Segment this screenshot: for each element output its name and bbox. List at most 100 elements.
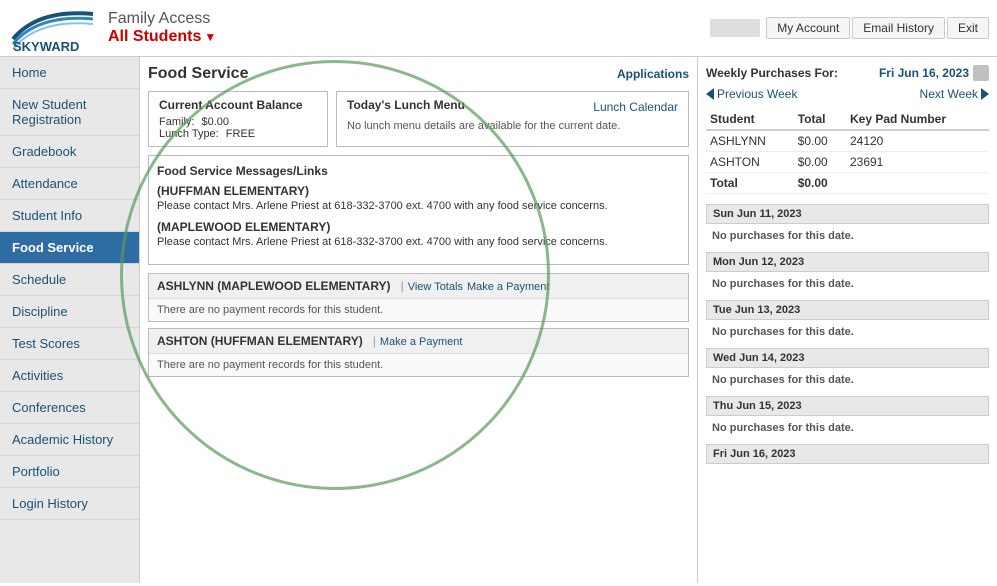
- date-sections: Sun Jun 11, 2023No purchases for this da…: [706, 204, 989, 464]
- date-header: Sun Jun 11, 2023: [706, 204, 989, 224]
- app-title-area: Family Access All Students ▼: [108, 10, 216, 46]
- student-name: ASHTON (HUFFMAN ELEMENTARY): [157, 334, 363, 348]
- date-section: Tue Jun 13, 2023No purchases for this da…: [706, 300, 989, 342]
- header-nav: My Account Email History Exit: [710, 17, 989, 39]
- student-section: ASHLYNN (MAPLEWOOD ELEMENTARY) | View Tota…: [148, 273, 689, 322]
- my-account-button[interactable]: My Account: [766, 17, 850, 39]
- date-section: Fri Jun 16, 2023: [706, 444, 989, 464]
- date-content: No purchases for this date.: [706, 274, 989, 294]
- no-records-message: There are no payment records for this st…: [149, 354, 688, 376]
- next-week-button[interactable]: Next Week: [920, 87, 989, 101]
- student-section: ASHTON (HUFFMAN ELEMENTARY) |Make a Payme…: [148, 328, 689, 377]
- total-row: Total$0.00: [706, 173, 989, 194]
- svg-text:SKYWARD: SKYWARD: [13, 39, 79, 52]
- cell-keypad: 24120: [846, 130, 989, 152]
- sidebar-item-conferences[interactable]: Conferences: [0, 392, 139, 424]
- lunch-calendar-link[interactable]: Lunch Calendar: [593, 100, 678, 114]
- student-name: ASHLYNN (MAPLEWOOD ELEMENTARY): [157, 279, 391, 293]
- sidebar-item-discipline[interactable]: Discipline: [0, 296, 139, 328]
- cell-total: $0.00: [794, 152, 846, 173]
- calendar-icon[interactable]: [973, 65, 989, 81]
- sidebar-item-new-student-registration[interactable]: New Student Registration: [0, 89, 139, 136]
- sidebar: HomeNew Student RegistrationGradebookAtt…: [0, 57, 140, 583]
- date-header: Thu Jun 15, 2023: [706, 396, 989, 416]
- sidebar-item-activities[interactable]: Activities: [0, 360, 139, 392]
- right-panel: Weekly Purchases For: Fri Jun 16, 2023 P…: [697, 57, 997, 583]
- table-row: ASHLYNN$0.0024120: [706, 130, 989, 152]
- arrow-right-icon: [981, 88, 989, 100]
- arrow-left-icon: [706, 88, 714, 100]
- school-message: Please contact Mrs. Arlene Priest at 618…: [157, 236, 680, 248]
- total-value: $0.00: [794, 173, 846, 194]
- sidebar-item-portfolio[interactable]: Portfolio: [0, 456, 139, 488]
- no-records-message: There are no payment records for this st…: [149, 299, 688, 321]
- sidebar-item-schedule[interactable]: Schedule: [0, 264, 139, 296]
- applications-link[interactable]: Applications: [617, 67, 689, 81]
- date-content: No purchases for this date.: [706, 226, 989, 246]
- col-student: Student: [706, 109, 794, 130]
- make-a-payment-link[interactable]: Make a Payment: [467, 281, 550, 293]
- header: SKYWARD Family Access All Students ▼ My …: [0, 0, 997, 57]
- lunch-menu-title: Today's Lunch Menu: [347, 98, 465, 112]
- school-message: Please contact Mrs. Arlene Priest at 618…: [157, 200, 680, 212]
- sidebar-item-home[interactable]: Home: [0, 57, 139, 89]
- cell-keypad: 23691: [846, 152, 989, 173]
- skyward-logo: SKYWARD: [8, 4, 98, 52]
- food-service-title: Food Service: [148, 65, 248, 83]
- email-history-button[interactable]: Email History: [852, 17, 945, 39]
- date-section: Thu Jun 15, 2023No purchases for this da…: [706, 396, 989, 438]
- weekly-date: Fri Jun 16, 2023: [879, 65, 989, 81]
- total-label: Total: [706, 173, 794, 194]
- student-links: |Make a Payment: [371, 334, 465, 348]
- lunch-menu-box: Today's Lunch Menu Lunch Calendar No lun…: [336, 91, 689, 147]
- family-balance-row: Family: $0.00: [159, 116, 317, 128]
- purchases-table: Student Total Key Pad Number ASHLYNN$0.0…: [706, 109, 989, 194]
- date-header: Fri Jun 16, 2023: [706, 444, 989, 464]
- sidebar-item-gradebook[interactable]: Gradebook: [0, 136, 139, 168]
- sidebar-item-student-info[interactable]: Student Info: [0, 200, 139, 232]
- student-header: ASHLYNN (MAPLEWOOD ELEMENTARY) | View Tota…: [149, 274, 688, 299]
- student-header: ASHTON (HUFFMAN ELEMENTARY) |Make a Payme…: [149, 329, 688, 354]
- students-list: ASHLYNN (MAPLEWOOD ELEMENTARY) | View Tota…: [148, 273, 689, 377]
- sidebar-item-food-service[interactable]: Food Service: [0, 232, 139, 264]
- view-totals-link[interactable]: View Totals: [408, 281, 463, 293]
- exit-button[interactable]: Exit: [947, 17, 989, 39]
- current-balance-box: Current Account Balance Family: $0.00 Lu…: [148, 91, 328, 147]
- sidebar-item-attendance[interactable]: Attendance: [0, 168, 139, 200]
- total-empty: [846, 173, 989, 194]
- sidebar-item-academic-history[interactable]: Academic History: [0, 424, 139, 456]
- weekly-purchases-title: Weekly Purchases For:: [706, 66, 838, 80]
- current-balance-title: Current Account Balance: [159, 98, 317, 112]
- chevron-down-icon: ▼: [204, 30, 216, 44]
- student-links: | View Totals Make a Payment: [399, 279, 552, 293]
- date-section: Mon Jun 12, 2023No purchases for this da…: [706, 252, 989, 294]
- date-header: Tue Jun 13, 2023: [706, 300, 989, 320]
- date-header: Wed Jun 14, 2023: [706, 348, 989, 368]
- previous-week-button[interactable]: Previous Week: [706, 87, 797, 101]
- sidebar-item-login-history[interactable]: Login History: [0, 488, 139, 520]
- page-title-area: Food Service Applications: [148, 65, 689, 83]
- weekly-purchases-header: Weekly Purchases For: Fri Jun 16, 2023: [706, 65, 989, 81]
- table-row: ASHTON$0.0023691: [706, 152, 989, 173]
- layout: HomeNew Student RegistrationGradebookAtt…: [0, 57, 997, 583]
- date-section: Wed Jun 14, 2023No purchases for this da…: [706, 348, 989, 390]
- pipe-separator: |: [401, 279, 404, 293]
- cell-name: ASHTON: [706, 152, 794, 173]
- sidebar-item-test-scores[interactable]: Test Scores: [0, 328, 139, 360]
- table-header-row: Student Total Key Pad Number: [706, 109, 989, 130]
- purchases-tbody: ASHLYNN$0.0024120ASHTON$0.0023691Total$0…: [706, 130, 989, 194]
- logo-area: SKYWARD Family Access All Students ▼: [8, 4, 216, 52]
- make-a-payment-link[interactable]: Make a Payment: [380, 336, 463, 348]
- lunch-menu-message: No lunch menu details are available for …: [347, 120, 678, 132]
- lunch-type-row: Lunch Type: FREE: [159, 128, 317, 140]
- date-section: Sun Jun 11, 2023No purchases for this da…: [706, 204, 989, 246]
- cell-name: ASHLYNN: [706, 130, 794, 152]
- col-keypad: Key Pad Number: [846, 109, 989, 130]
- main-content: Food Service Applications Current Accoun…: [140, 57, 697, 583]
- cell-total: $0.00: [794, 130, 846, 152]
- account-avatar: [710, 19, 760, 37]
- all-students-button[interactable]: All Students ▼: [108, 28, 216, 46]
- date-content: No purchases for this date.: [706, 370, 989, 390]
- schools-list: (HUFFMAN ELEMENTARY)Please contact Mrs. …: [157, 184, 680, 248]
- food-top-boxes: Current Account Balance Family: $0.00 Lu…: [148, 91, 689, 147]
